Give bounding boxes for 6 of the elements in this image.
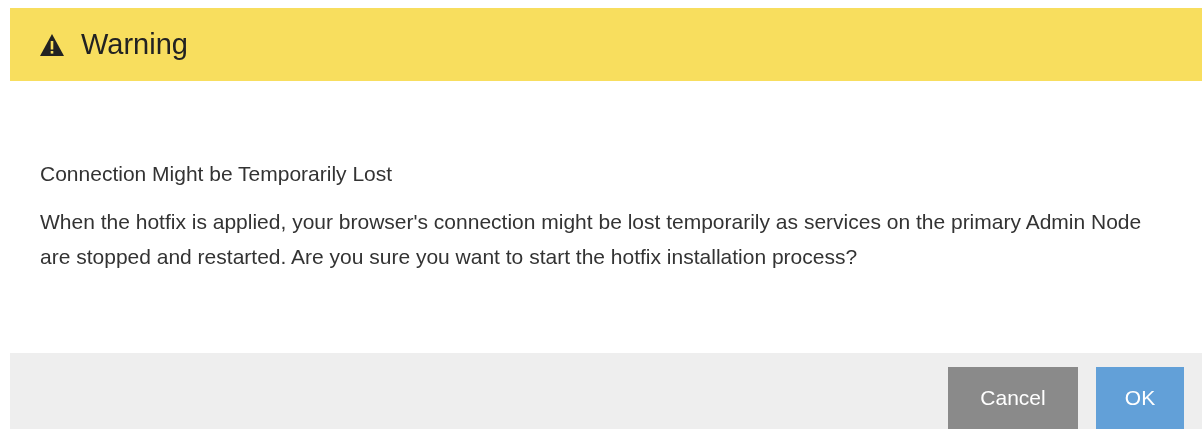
message-heading: Connection Might be Temporarily Lost (40, 161, 394, 187)
dialog-title: Warning (81, 28, 188, 61)
ok-button[interactable]: OK (1096, 367, 1184, 429)
message-text: When the hotfix is applied, your browser's connection might be lost temporarily as services on the primary Admin Node are stopped and restarted. Are you sure you want to start the hotfix installation process? (40, 209, 1143, 270)
warning-icon (40, 33, 64, 56)
cancel-button[interactable]: Cancel (948, 367, 1078, 429)
